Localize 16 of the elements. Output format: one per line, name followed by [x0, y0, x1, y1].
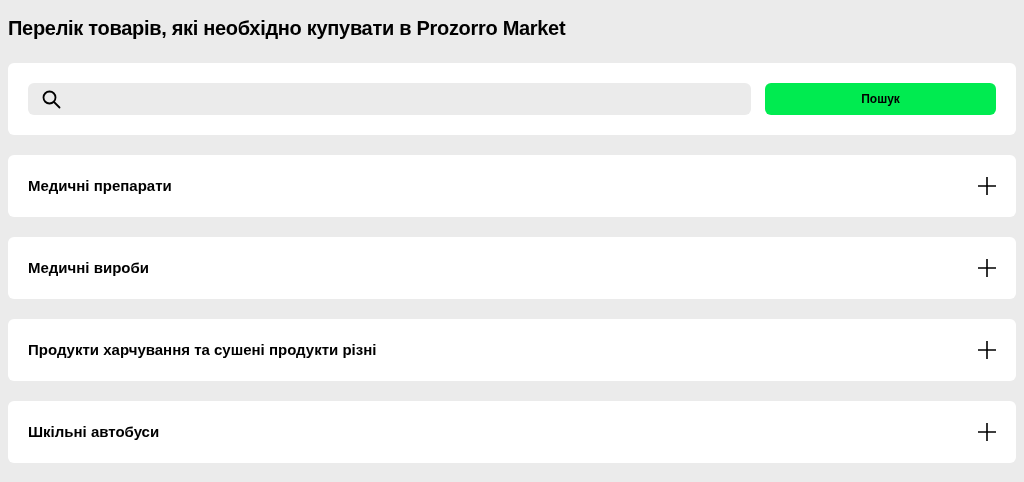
category-label: Шкільні автобуси: [28, 421, 160, 442]
category-row[interactable]: Медичні вироби: [8, 237, 1016, 299]
search-field[interactable]: [28, 83, 751, 115]
search-icon: [42, 89, 61, 109]
category-label: Продукти харчування та сушені продукти різні: [28, 339, 377, 360]
category-row[interactable]: Шкільні автобуси: [8, 401, 1016, 463]
category-row[interactable]: Медичні препарати: [8, 155, 1016, 217]
category-row[interactable]: Продукти харчування та сушені продукти різні: [8, 319, 1016, 381]
category-label: Медичні вироби: [28, 257, 149, 278]
plus-icon[interactable]: [978, 423, 996, 441]
page-title: Перелік товарів, які необхідно купувати в Prozorro Market: [8, 16, 567, 41]
plus-icon[interactable]: [978, 259, 996, 277]
category-label: Медичні препарати: [28, 175, 172, 196]
search-button[interactable]: Пошук: [765, 83, 996, 115]
plus-icon[interactable]: [978, 341, 996, 359]
plus-icon[interactable]: [978, 177, 996, 195]
